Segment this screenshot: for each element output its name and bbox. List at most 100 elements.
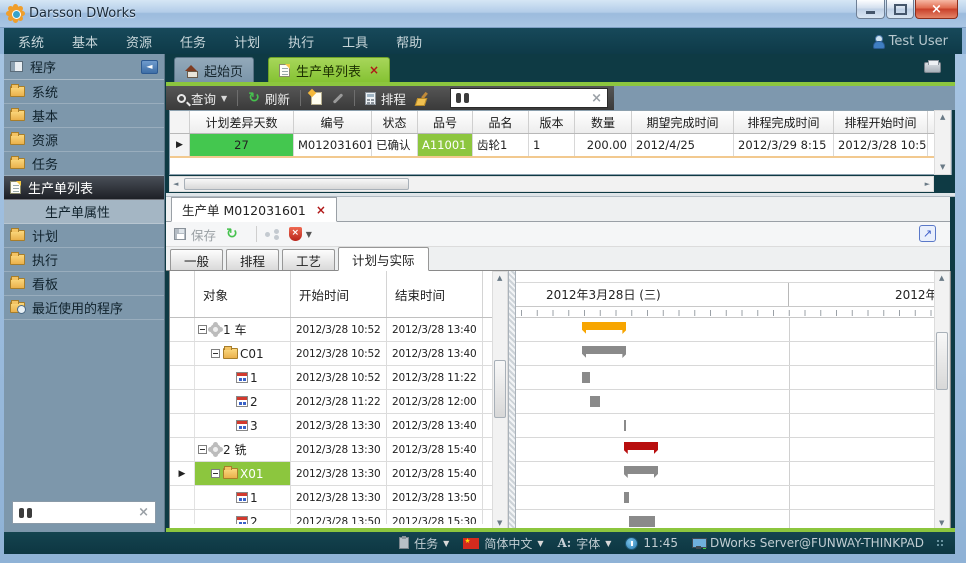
tree-row[interactable]: 22012/3/28 13:502012/3/28 15:30 <box>170 510 492 524</box>
maximize-button[interactable] <box>886 0 914 19</box>
printer-icon[interactable] <box>924 62 941 73</box>
tree-row[interactable]: 12012/3/28 10:522012/3/28 11:22 <box>170 366 492 390</box>
gantt-vscrollbar[interactable]: ▲▼ <box>934 271 950 531</box>
tree-object-cell[interactable]: X01 <box>195 462 291 485</box>
subtab-0[interactable]: 一般 <box>170 249 223 270</box>
collapse-toggle-icon[interactable] <box>198 445 207 454</box>
save-button[interactable]: 保存 <box>174 225 216 244</box>
menu-item-7[interactable]: 帮助 <box>396 32 422 51</box>
column-header[interactable]: 品号 <box>418 111 473 133</box>
refresh-button[interactable]: ↻ 刷新 <box>248 89 290 108</box>
tree-object-cell[interactable]: 2 <box>195 510 291 524</box>
close-button[interactable]: × <box>915 0 958 19</box>
column-header[interactable]: 排程开始时间 <box>834 111 928 133</box>
gantt-bar[interactable] <box>582 322 626 330</box>
column-header[interactable]: 对象 <box>195 271 291 317</box>
menu-item-5[interactable]: 执行 <box>288 32 314 51</box>
column-header[interactable]: 排程完成时间 <box>734 111 834 133</box>
subtab-2[interactable]: 工艺 <box>282 249 335 270</box>
tab-close-icon[interactable]: × <box>369 63 379 77</box>
tab-order-list[interactable]: 生产单列表 × <box>268 57 390 82</box>
column-header[interactable]: 计划差异天数 <box>190 111 294 133</box>
collapse-toggle-icon[interactable] <box>198 325 207 334</box>
menu-item-0[interactable]: 系统 <box>18 32 44 51</box>
tree-row[interactable]: C012012/3/28 10:522012/3/28 13:40 <box>170 342 492 366</box>
menu-item-6[interactable]: 工具 <box>342 32 368 51</box>
column-header[interactable]: 数量 <box>575 111 632 133</box>
popout-icon[interactable]: ↗ <box>919 225 936 242</box>
tree-object-cell[interactable]: 1 <box>195 366 291 389</box>
validate-button[interactable]: × ▼ <box>289 227 312 241</box>
gantt-bar[interactable] <box>624 442 658 450</box>
tree-object-cell[interactable]: C01 <box>195 342 291 365</box>
query-button[interactable]: 查询 ▼ <box>177 89 227 108</box>
menu-item-2[interactable]: 资源 <box>126 32 152 51</box>
tree-row[interactable]: ▶X012012/3/28 13:302012/3/28 15:40 <box>170 462 492 486</box>
tree-object-cell[interactable]: 1 车 <box>195 318 291 341</box>
tree-row[interactable]: 22012/3/28 11:222012/3/28 12:00 <box>170 390 492 414</box>
tree-object-cell[interactable]: 2 铣 <box>195 438 291 461</box>
sidebar-item-9[interactable]: 最近使用的程序 <box>4 296 164 320</box>
splitter-handle[interactable] <box>508 271 516 547</box>
sidebar-item-0[interactable]: 系统 <box>4 80 164 104</box>
orders-grid-hscrollbar[interactable]: ◄► <box>169 176 934 192</box>
edit-button[interactable] <box>332 97 344 100</box>
relation-button[interactable] <box>265 229 279 240</box>
tree-object-cell[interactable]: 2 <box>195 390 291 413</box>
collapse-toggle-icon[interactable] <box>211 349 220 358</box>
schedule-button[interactable]: 排程 <box>365 89 406 108</box>
sidebar-item-5[interactable]: 生产单属性 <box>4 200 164 224</box>
column-header[interactable]: 品名 <box>473 111 529 133</box>
tree-row[interactable]: 32012/3/28 13:302012/3/28 13:40 <box>170 414 492 438</box>
sidebar-item-3[interactable]: 任务 <box>4 152 164 176</box>
gantt-bar[interactable] <box>590 396 600 407</box>
plan-tree-vscrollbar[interactable]: ▲▼ <box>492 271 508 531</box>
column-header[interactable]: 状态 <box>372 111 418 133</box>
minimize-button[interactable] <box>856 0 885 19</box>
sidebar-item-2[interactable]: 资源 <box>4 128 164 152</box>
collapse-toggle-icon[interactable] <box>211 469 220 478</box>
gantt-bar[interactable] <box>582 346 626 354</box>
column-header[interactable]: 期望完成时间 <box>632 111 734 133</box>
toolbar-search-clear-icon[interactable]: × <box>591 91 602 106</box>
status-task-menu[interactable]: 任务 ▼ <box>399 535 449 552</box>
detail-tab-close-icon[interactable]: × <box>316 203 326 217</box>
tree-object-cell[interactable]: 3 <box>195 414 291 437</box>
tab-start-page[interactable]: 起始页 <box>174 57 254 82</box>
sidebar-item-8[interactable]: 看板 <box>4 272 164 296</box>
menu-item-1[interactable]: 基本 <box>72 32 98 51</box>
column-header[interactable]: 编号 <box>294 111 372 133</box>
gantt-bar[interactable] <box>582 372 590 383</box>
status-font-menu[interactable]: A: 字体 ▼ <box>558 535 612 552</box>
toolbar-search-input[interactable] <box>469 91 591 105</box>
sidebar-search-clear-icon[interactable]: × <box>138 505 149 520</box>
orders-grid-vscrollbar[interactable]: ▲▼ <box>934 110 951 175</box>
table-row[interactable]: ▶27M012031601已确认A11001齿轮11200.002012/4/2… <box>170 134 951 158</box>
gantt-bar[interactable] <box>624 466 658 474</box>
menu-item-4[interactable]: 计划 <box>234 32 260 51</box>
gantt-bar[interactable] <box>624 420 627 431</box>
column-header[interactable]: 开始时间 <box>291 271 387 317</box>
sidebar-collapse-button[interactable]: ◄ <box>141 60 158 74</box>
column-header[interactable]: 结束时间 <box>387 271 483 317</box>
user-indicator[interactable]: Test User <box>872 34 948 49</box>
sidebar-item-7[interactable]: 执行 <box>4 248 164 272</box>
sidebar-item-6[interactable]: 计划 <box>4 224 164 248</box>
resize-grip[interactable] <box>936 539 945 548</box>
tree-row[interactable]: 1 车2012/3/28 10:522012/3/28 13:40 <box>170 318 492 342</box>
tree-row[interactable]: 2 铣2012/3/28 13:302012/3/28 15:40 <box>170 438 492 462</box>
clean-button[interactable] <box>416 92 429 105</box>
tree-row[interactable]: 12012/3/28 13:302012/3/28 13:50 <box>170 486 492 510</box>
subtab-1[interactable]: 排程 <box>226 249 279 270</box>
sidebar-item-1[interactable]: 基本 <box>4 104 164 128</box>
detail-tab-order[interactable]: 生产单 M012031601 × <box>171 197 337 222</box>
gantt-bar[interactable] <box>624 492 629 503</box>
sidebar-search-input[interactable] <box>32 506 138 520</box>
gantt-bar[interactable] <box>629 516 655 527</box>
subtab-3[interactable]: 计划与实际 <box>338 247 429 271</box>
tree-object-cell[interactable]: 1 <box>195 486 291 509</box>
menu-item-3[interactable]: 任务 <box>180 32 206 51</box>
sidebar-item-4[interactable]: 生产单列表 <box>4 176 164 200</box>
detail-refresh-button[interactable]: ↻ <box>226 228 238 240</box>
column-header[interactable]: 版本 <box>529 111 575 133</box>
